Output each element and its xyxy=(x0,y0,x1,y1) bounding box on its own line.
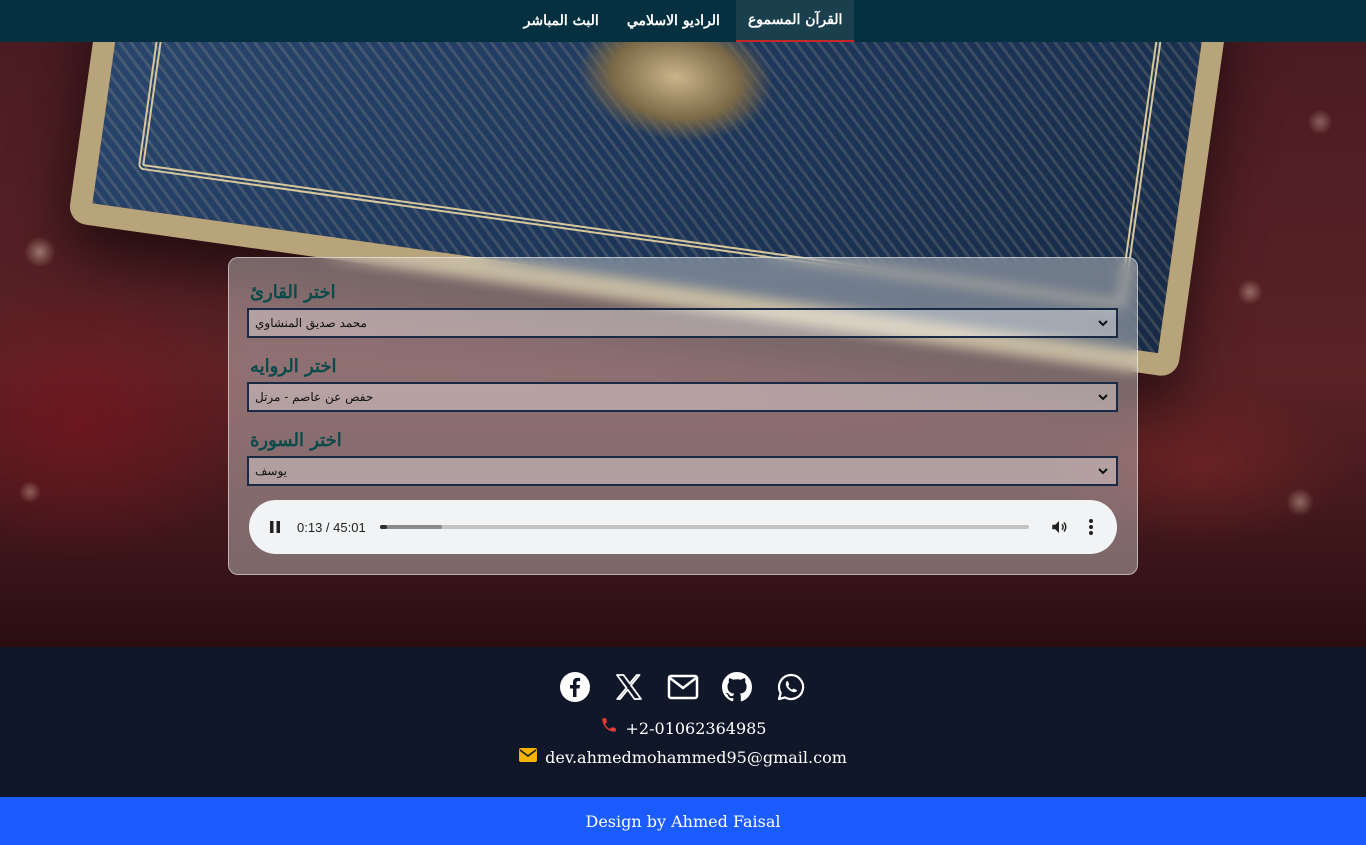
nav-item-islamic-radio[interactable]: الراديو الاسلامي xyxy=(615,0,732,42)
audio-buffered xyxy=(379,525,442,529)
surah-label: اختر السورة xyxy=(250,430,342,451)
narration-selected-value: حفص عن عاصم - مرتل xyxy=(255,390,374,404)
email-link[interactable] xyxy=(667,671,699,703)
site-footer: +2-01062364985 dev.ahmedmohammed95@gmail… xyxy=(0,647,1366,797)
facebook-icon xyxy=(560,672,590,702)
github-link[interactable] xyxy=(721,671,753,703)
nav-item-audio-quran[interactable]: القرآن المسموع xyxy=(735,0,855,42)
nav-item-live-stream[interactable]: البث المباشر xyxy=(512,0,611,42)
chevron-down-icon xyxy=(1098,320,1108,327)
whatsapp-icon xyxy=(777,673,805,701)
player-panel: اختر القارئ محمد صديق المنشاوي اختر الرو… xyxy=(228,257,1138,575)
volume-icon xyxy=(1052,521,1067,533)
github-icon xyxy=(722,672,752,702)
x-icon xyxy=(616,674,642,700)
credit-bar: Design by Ahmed Faisal xyxy=(0,797,1366,845)
reciter-label: اختر القارئ xyxy=(250,282,336,303)
chevron-down-icon xyxy=(1098,468,1108,475)
whatsapp-link[interactable] xyxy=(775,671,807,703)
narration-label: اختر الروايه xyxy=(250,356,337,377)
top-navbar: القرآن المسموع الراديو الاسلامي البث الم… xyxy=(0,0,1366,42)
email-address[interactable]: dev.ahmedmohammed95@gmail.com xyxy=(545,748,847,767)
phone-number: +2-01062364985 xyxy=(625,719,767,738)
narration-select[interactable]: حفص عن عاصم - مرتل xyxy=(247,382,1118,412)
audio-seek-bar[interactable] xyxy=(379,525,1029,529)
facebook-link[interactable] xyxy=(559,671,591,703)
surah-selected-value: يوسف xyxy=(255,464,288,478)
chevron-down-icon xyxy=(1098,394,1108,401)
design-credit: Design by Ahmed Faisal xyxy=(585,811,781,831)
volume-button[interactable] xyxy=(1049,517,1069,537)
surah-select[interactable]: يوسف xyxy=(247,456,1118,486)
mail-icon xyxy=(667,674,699,700)
reciter-selected-value: محمد صديق المنشاوي xyxy=(255,316,367,330)
email-contact: dev.ahmedmohammed95@gmail.com xyxy=(519,747,847,767)
envelope-icon xyxy=(519,747,538,762)
more-vertical-icon xyxy=(1089,519,1093,535)
x-link[interactable] xyxy=(613,671,645,703)
phone-icon xyxy=(601,717,616,732)
pause-icon xyxy=(270,521,280,533)
audio-time: 0:13 / 45:01 xyxy=(297,519,366,535)
more-options-button[interactable] xyxy=(1081,517,1101,537)
social-links xyxy=(559,671,807,703)
pause-button[interactable] xyxy=(265,517,285,537)
reciter-select[interactable]: محمد صديق المنشاوي xyxy=(247,308,1118,338)
hero-section: اختر القارئ محمد صديق المنشاوي اختر الرو… xyxy=(0,42,1366,647)
phone-contact: +2-01062364985 xyxy=(600,717,767,738)
audio-progress xyxy=(379,525,388,529)
audio-player: 0:13 / 45:01 xyxy=(249,500,1117,554)
